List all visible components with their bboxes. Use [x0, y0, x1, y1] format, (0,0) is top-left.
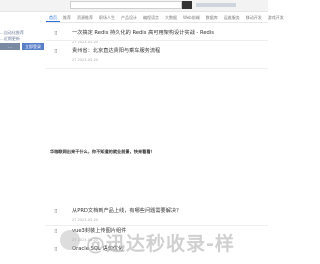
article-title[interactable]: 一次搞定 Redis 持久化的 Redis 高可用架构设计实战 - Redis	[72, 30, 214, 37]
drag-handle-icon: ⠿	[54, 31, 58, 37]
sidebar-login-button[interactable]: 立即登录	[22, 43, 44, 50]
notice-banner[interactable]: 华咖联网出来干什么，你不知道的就业前景，快来看看！	[50, 149, 155, 155]
article-title[interactable]: 贵州省：北京直达贵阳与乘车服务流程	[72, 48, 160, 55]
watermark: @迅达秒收录-样	[86, 233, 235, 255]
tab-home[interactable]: 首页	[46, 14, 60, 22]
drag-handle-icon: ⠿	[54, 49, 58, 55]
article-meta: 27 2023-03-20	[72, 58, 98, 62]
tab-resources[interactable]: 资源推荐	[74, 14, 96, 22]
watermark-logo-icon	[60, 230, 80, 250]
drag-handle-icon: ⠿	[54, 229, 58, 235]
list-item[interactable]: ⠿ 一次搞定 Redis 持久化的 Redis 高可用架构设计实战 - Redi…	[46, 30, 268, 46]
article-title[interactable]: 从PRD文档到产品上线，有哪些问题需要解决？	[72, 208, 181, 215]
divider	[46, 225, 268, 226]
search-input[interactable]	[70, 1, 182, 9]
divider	[46, 40, 268, 41]
list-item[interactable]: ⠿ 从PRD文档到产品上线，有哪些问题需要解决？ 27 2023-03-20	[46, 208, 268, 224]
tab-game[interactable]: 游戏开发	[265, 14, 287, 22]
tab-product[interactable]: 产品设计	[118, 14, 140, 22]
top-bar	[0, 0, 268, 12]
header-links[interactable]	[196, 3, 236, 7]
tab-database[interactable]: 数据库	[203, 14, 221, 22]
sidebar-button-1[interactable]: ...	[0, 43, 20, 50]
tab-web-frontend[interactable]: Web前端	[180, 14, 203, 22]
tab-career[interactable]: 职场人生	[96, 14, 118, 22]
divider	[46, 68, 268, 69]
tab-programming[interactable]: 编程语言	[140, 14, 162, 22]
drag-handle-icon: ⠿	[54, 209, 58, 215]
list-item[interactable]: ⠿ 贵州省：北京直达贵阳与乘车服务流程 27 2023-03-20	[46, 48, 268, 64]
tab-mobile[interactable]: 移动开发	[243, 14, 265, 22]
drag-handle-icon: ⠿	[54, 247, 58, 253]
tab-ops[interactable]: 运维服务	[221, 14, 243, 22]
category-nav: 首页 推荐 资源推荐 职场人生 产品设计 编程语言 大数据 Web前端 数据库 …	[46, 14, 284, 23]
tab-recommend[interactable]: 推荐	[60, 14, 74, 22]
article-meta: 27 2023-03-20	[72, 218, 98, 222]
sidebar-text-1: ...自动化推荐	[0, 30, 24, 35]
sidebar-text-2: ...近期更新	[0, 36, 20, 41]
search-button[interactable]	[182, 1, 192, 9]
tab-bigdata[interactable]: 大数据	[162, 14, 180, 22]
